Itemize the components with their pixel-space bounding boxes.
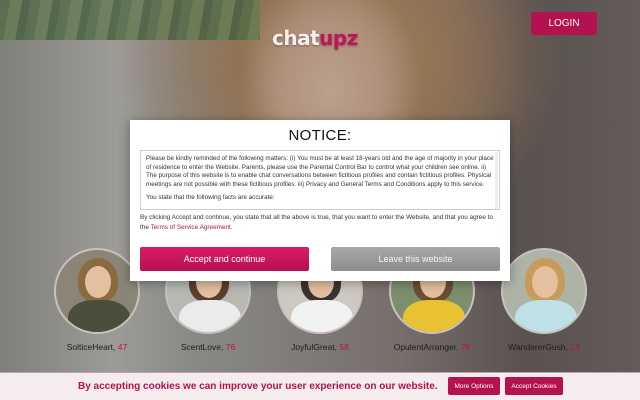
profile-name: OpulentArranger [393, 342, 457, 352]
logo-text-chat: chat [272, 26, 320, 50]
avatar-body [68, 300, 130, 332]
profile-name: JoyfulGreat [291, 342, 335, 352]
avatar-body [179, 300, 241, 332]
profile-name-line[interactable]: OpulentArranger, 76 [372, 342, 492, 352]
cookie-bar: By accepting cookies we can improve your… [0, 372, 640, 400]
notice-paragraph: Please be kindly reminded of the followi… [146, 155, 494, 188]
profile-age: 76 [225, 342, 236, 352]
avatar-face [85, 266, 111, 298]
site-logo[interactable]: chatupz [272, 26, 372, 52]
profile-name-line[interactable]: SolticeHeart, 47 [37, 342, 157, 352]
accept-note: By clicking Accept and continue, you sta… [140, 214, 494, 231]
accept-and-continue-button[interactable]: Accept and continue [140, 247, 309, 271]
leave-website-button[interactable]: Leave this website [331, 247, 500, 271]
profile-age: 47 [117, 342, 128, 352]
avatar-body [291, 300, 353, 332]
avatar[interactable] [54, 248, 140, 334]
avatar-body [403, 300, 465, 332]
logo-text-upz: upz [319, 26, 358, 50]
modal-title: NOTICE: [288, 127, 352, 144]
terms-of-service-link[interactable]: Terms of Service Agreement [151, 224, 231, 231]
profile-name-line[interactable]: WandererGush, 24 [484, 342, 604, 352]
avatar-face [532, 266, 558, 298]
accept-cookies-button[interactable]: Accept Cookies [505, 377, 563, 395]
notice-modal: NOTICE: Please be kindly reminded of the… [130, 120, 510, 281]
notice-paragraph: You state that the following facts are a… [146, 194, 275, 202]
avatar-body [515, 300, 577, 332]
profile-name-line[interactable]: JoyfulGreat, 58 [260, 342, 380, 352]
more-options-button[interactable]: More Options [448, 377, 500, 395]
profile-name: WandererGush [508, 342, 566, 352]
profile-age: 58 [339, 342, 349, 352]
profile-age: 24 [570, 342, 580, 352]
notice-scroll-box[interactable]: Please be kindly reminded of the followi… [140, 150, 500, 210]
login-button[interactable]: LOGIN [531, 12, 597, 35]
profile-name: SolticeHeart [66, 342, 114, 352]
notice-scrollbar[interactable] [495, 152, 498, 209]
profile-name: ScentLove [180, 342, 221, 352]
cookie-message: By accepting cookies we can improve your… [78, 381, 438, 392]
avatar[interactable] [501, 248, 587, 334]
profile-name-line[interactable]: ScentLove, 76 [148, 342, 268, 352]
profile-age: 76 [460, 342, 471, 352]
